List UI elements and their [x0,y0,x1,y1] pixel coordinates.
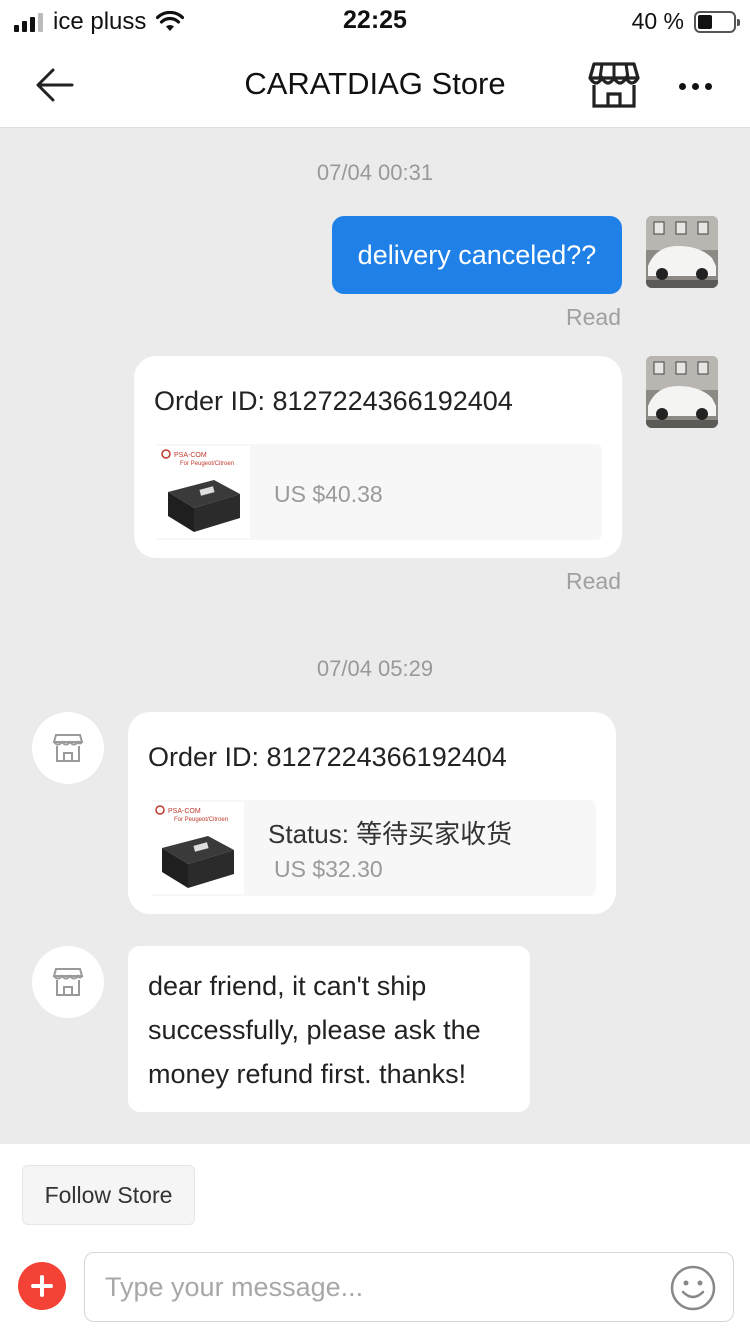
order-card[interactable]: Order ID: 8127224366192404 PSA-COM For P… [128,712,616,914]
order-id: Order ID: 8127224366192404 [148,742,507,772]
timestamp: 07/04 05:29 [316,656,434,681]
store-icon [52,734,84,762]
more-icon [678,82,686,90]
obd-adapter-image: PSA-COM For Peugeot/Citroen [155,805,234,888]
back-arrow-icon [36,68,74,102]
car-avatar-image [646,216,718,288]
battery-icon [694,10,740,33]
nav-header: CARATDIAG Store [0,44,750,128]
product-subtitle: For Peugeot/Citroen [180,461,234,467]
carrier-name: ice pluss [53,8,147,35]
message-text: delivery canceled?? [357,239,597,270]
car-avatar-image [646,356,718,428]
product-subtitle: For Peugeot/Citroen [174,817,228,823]
composer-area: Follow Store [0,1144,750,1334]
product-title: PSA-COM [168,808,201,815]
product-preview[interactable]: PSA-COM For Peugeot/Citroen US $40.38 [154,444,602,540]
product-image: PSA-COM For Peugeot/Citroen [148,802,244,894]
status-bar: ice pluss 22:25 40 % [0,0,750,44]
chat-area[interactable]: 07/04 00:31 delivery canceled?? Read Ord… [0,128,750,1144]
product-image: PSA-COM For Peugeot/Citroen [154,446,250,538]
add-attachment-button[interactable] [18,1262,66,1310]
avatar[interactable] [646,356,718,428]
store-icon [52,968,84,996]
store-icon [588,62,640,108]
back-button[interactable] [30,62,80,108]
message-input-box[interactable] [84,1252,734,1322]
order-id: Order ID: 8127224366192404 [154,386,513,416]
follow-store-button[interactable]: Follow Store [22,1165,195,1225]
timestamp: 07/04 00:31 [316,160,434,185]
battery-percent: 40 % [631,8,684,34]
obd-adapter-image: PSA-COM For Peugeot/Citroen [161,449,240,532]
read-status: Read [566,304,621,330]
more-icon-dot [704,82,712,90]
order-status: Status: 等待买家收货 [268,819,513,849]
more-icon-dot [691,82,699,90]
order-card[interactable]: Order ID: 8127224366192404 PSA-COM For P… [134,356,622,558]
plus-icon [31,1275,53,1297]
message-line: money refund first. thanks! [148,1059,467,1089]
signal-icon [14,12,43,32]
store-button[interactable] [586,60,642,110]
status-left: ice pluss [14,8,185,36]
message-line: successfully, please ask the [148,1015,481,1045]
product-title: PSA-COM [174,452,207,459]
avatar[interactable] [646,216,718,288]
store-avatar[interactable] [32,712,104,784]
product-price: US $32.30 [274,856,383,882]
emoji-button[interactable] [669,1264,717,1312]
product-price: US $40.38 [274,481,383,507]
smiley-icon [670,1265,716,1311]
message-text: dear friend, it can't ship successfully,… [148,964,481,1096]
message-line: dear friend, it can't ship [148,971,427,1001]
message-input[interactable] [105,1267,665,1307]
more-button[interactable] [670,66,720,106]
read-status: Read [566,568,621,594]
status-right: 40 % [631,8,740,35]
incoming-message-bubble[interactable]: dear friend, it can't ship successfully,… [128,946,530,1112]
outgoing-message-bubble[interactable]: delivery canceled?? [332,216,622,294]
product-preview[interactable]: PSA-COM For Peugeot/Citroen Status: 等待买家… [148,800,596,896]
wifi-icon [156,11,185,31]
store-avatar[interactable] [32,946,104,1018]
